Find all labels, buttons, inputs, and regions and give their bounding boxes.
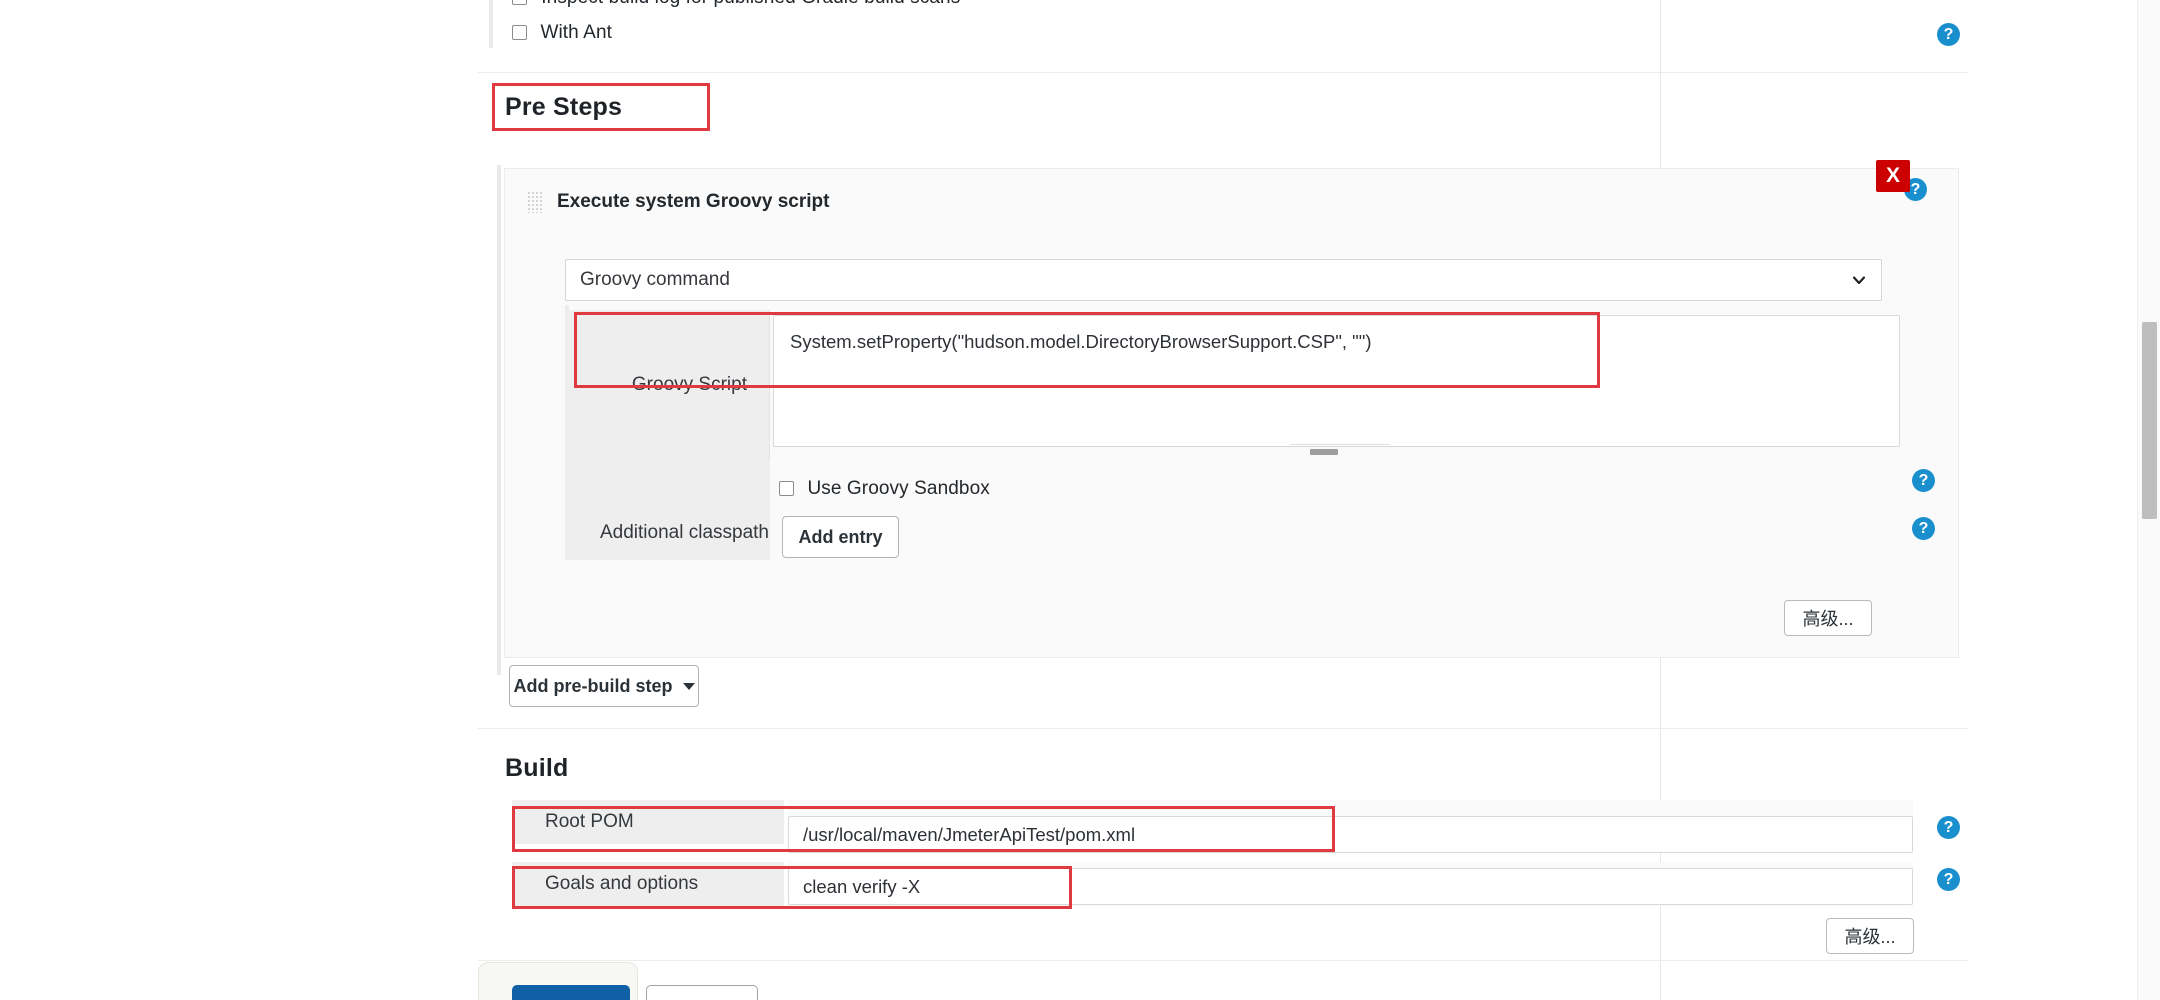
groovy-script-label: Groovy Script: [631, 374, 747, 395]
caret-down-icon: [682, 682, 695, 690]
groovy-script-textarea[interactable]: System.setProperty("hudson.model.Directo…: [773, 315, 1900, 447]
build-step-title: Execute system Groovy script: [557, 191, 830, 212]
additional-classpath-label: Additional classpath: [600, 522, 769, 543]
vertical-scrollbar-thumb[interactable]: [2142, 322, 2157, 519]
chevron-down-icon: [1852, 276, 1866, 285]
root-pom-label-cell: Root POM: [512, 800, 784, 844]
section-separator-2: [478, 728, 1968, 729]
textarea-resize-rail: [1290, 444, 1390, 445]
save-button[interactable]: [512, 985, 630, 1000]
section-separator-1: [478, 72, 1968, 73]
script-source-select-value: Groovy command: [580, 269, 730, 290]
add-entry-button[interactable]: Add entry: [782, 516, 899, 558]
section-separator-3: [478, 960, 1968, 961]
help-icon-additional-classpath[interactable]: ?: [1912, 517, 1935, 540]
goals-label: Goals and options: [545, 873, 699, 894]
use-groovy-sandbox-checkbox[interactable]: [779, 481, 794, 496]
add-pre-build-step-label: Add pre-build step: [513, 675, 673, 696]
root-pom-label: Root POM: [545, 811, 634, 832]
root-pom-input[interactable]: /usr/local/maven/JmeterApiTest/pom.xml: [788, 816, 1913, 853]
page-section-pre-steps-title: Pre Steps: [505, 93, 623, 121]
advanced-button-groovy[interactable]: 高级...: [1784, 600, 1872, 636]
jenkins-job-config-page: Inspect build log for published Gradle b…: [0, 0, 2160, 1000]
with-ant-row[interactable]: With Ant: [512, 22, 612, 44]
classpath-label-cell-bg: [565, 460, 771, 560]
inspect-gradle-label: Inspect build log for published Gradle b…: [541, 0, 960, 8]
drag-handle-icon[interactable]: [527, 191, 543, 213]
with-ant-label: With Ant: [540, 22, 613, 43]
delete-build-step-button[interactable]: X: [1876, 160, 1910, 192]
inspect-gradle-checkbox[interactable]: [512, 0, 527, 5]
pre-steps-left-rail: [497, 165, 501, 675]
groovy-script-value: System.setProperty("hudson.model.Directo…: [790, 331, 1372, 352]
add-pre-build-step-button[interactable]: Add pre-build step: [509, 665, 699, 707]
page-section-build-title: Build: [505, 754, 569, 782]
groovy-script-label-cell: Groovy Script: [565, 310, 770, 460]
help-icon-with-ant[interactable]: ?: [1937, 23, 1960, 46]
textarea-resize-grip[interactable]: [1310, 449, 1338, 455]
root-pom-value: /usr/local/maven/JmeterApiTest/pom.xml: [803, 823, 1136, 845]
with-ant-checkbox[interactable]: [512, 25, 527, 40]
vertical-scrollbar-track[interactable]: [2137, 0, 2160, 1000]
help-icon-goals[interactable]: ?: [1937, 868, 1960, 891]
goals-value: clean verify -X: [803, 875, 921, 897]
build-step-header[interactable]: Execute system Groovy script: [527, 178, 829, 226]
inspect-gradle-build-scans-row[interactable]: Inspect build log for published Gradle b…: [512, 0, 960, 9]
help-icon-root-pom[interactable]: ?: [1937, 816, 1960, 839]
apply-button[interactable]: [646, 985, 758, 1000]
help-icon-use-sandbox[interactable]: ?: [1912, 469, 1935, 492]
goals-label-cell: Goals and options: [512, 862, 784, 906]
advanced-button-build[interactable]: 高级...: [1826, 918, 1914, 954]
classpath-field-bg: [770, 460, 1900, 560]
use-groovy-sandbox-row[interactable]: Use Groovy Sandbox: [779, 478, 990, 500]
script-source-select[interactable]: Groovy command: [565, 259, 1882, 301]
goals-input[interactable]: clean verify -X: [788, 868, 1913, 905]
use-groovy-sandbox-label: Use Groovy Sandbox: [807, 478, 990, 499]
build-env-left-rail: [489, 0, 493, 48]
